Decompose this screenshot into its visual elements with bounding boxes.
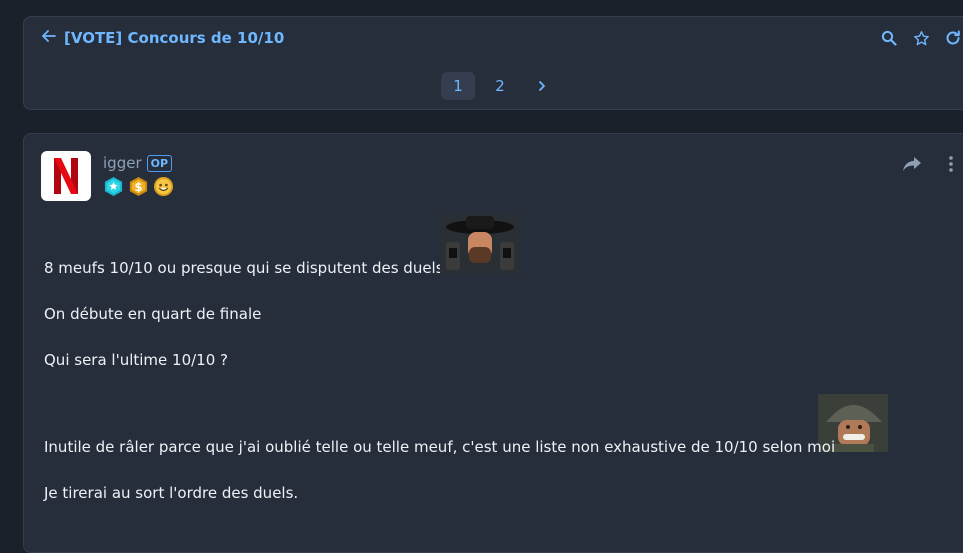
author-name[interactable]: igger xyxy=(103,154,142,172)
user-badges: $ xyxy=(103,176,174,197)
topic-header: [VOTE] Concours de 10/10 1 2 xyxy=(23,16,963,110)
arrow-left-icon[interactable] xyxy=(42,29,56,47)
post-line-2: On débute en quart de finale xyxy=(44,305,262,323)
netflix-n-logo xyxy=(54,158,78,194)
svg-text:$: $ xyxy=(135,180,143,194)
post-line-5: Je tirerai au sort l'ordre des duels. xyxy=(44,484,299,502)
search-icon[interactable] xyxy=(879,28,899,48)
star-icon[interactable] xyxy=(911,28,931,48)
back-link[interactable]: [VOTE] Concours de 10/10 xyxy=(42,29,284,47)
dollar-coin-badge[interactable]: $ xyxy=(128,176,149,197)
more-vertical-icon[interactable] xyxy=(948,155,954,173)
refresh-icon[interactable] xyxy=(943,28,963,48)
post-card: igger OP $ 8 meufs 10/10 ou presque qui … xyxy=(23,133,963,553)
pagination: 1 2 xyxy=(441,72,559,100)
star-hexagon-badge[interactable] xyxy=(103,176,124,197)
share-icon[interactable] xyxy=(902,156,922,172)
smiley-face-badge[interactable] xyxy=(153,176,174,197)
post-line-3: Qui sera l'ultime 10/10 ? xyxy=(44,351,228,369)
post-line-4: Inutile de râler parce que j'ai oublié t… xyxy=(44,438,836,456)
cowboy-gunslinger-sticker xyxy=(440,214,520,274)
op-badge: OP xyxy=(146,154,173,172)
page-2-button[interactable]: 2 xyxy=(483,72,517,100)
page-1-button[interactable]: 1 xyxy=(441,72,475,100)
topic-title[interactable]: [VOTE] Concours de 10/10 xyxy=(64,29,284,47)
chevron-right-icon[interactable] xyxy=(525,72,559,100)
avatar[interactable] xyxy=(41,151,91,201)
post-line-1: 8 meufs 10/10 ou presque qui se disputen… xyxy=(44,259,444,277)
